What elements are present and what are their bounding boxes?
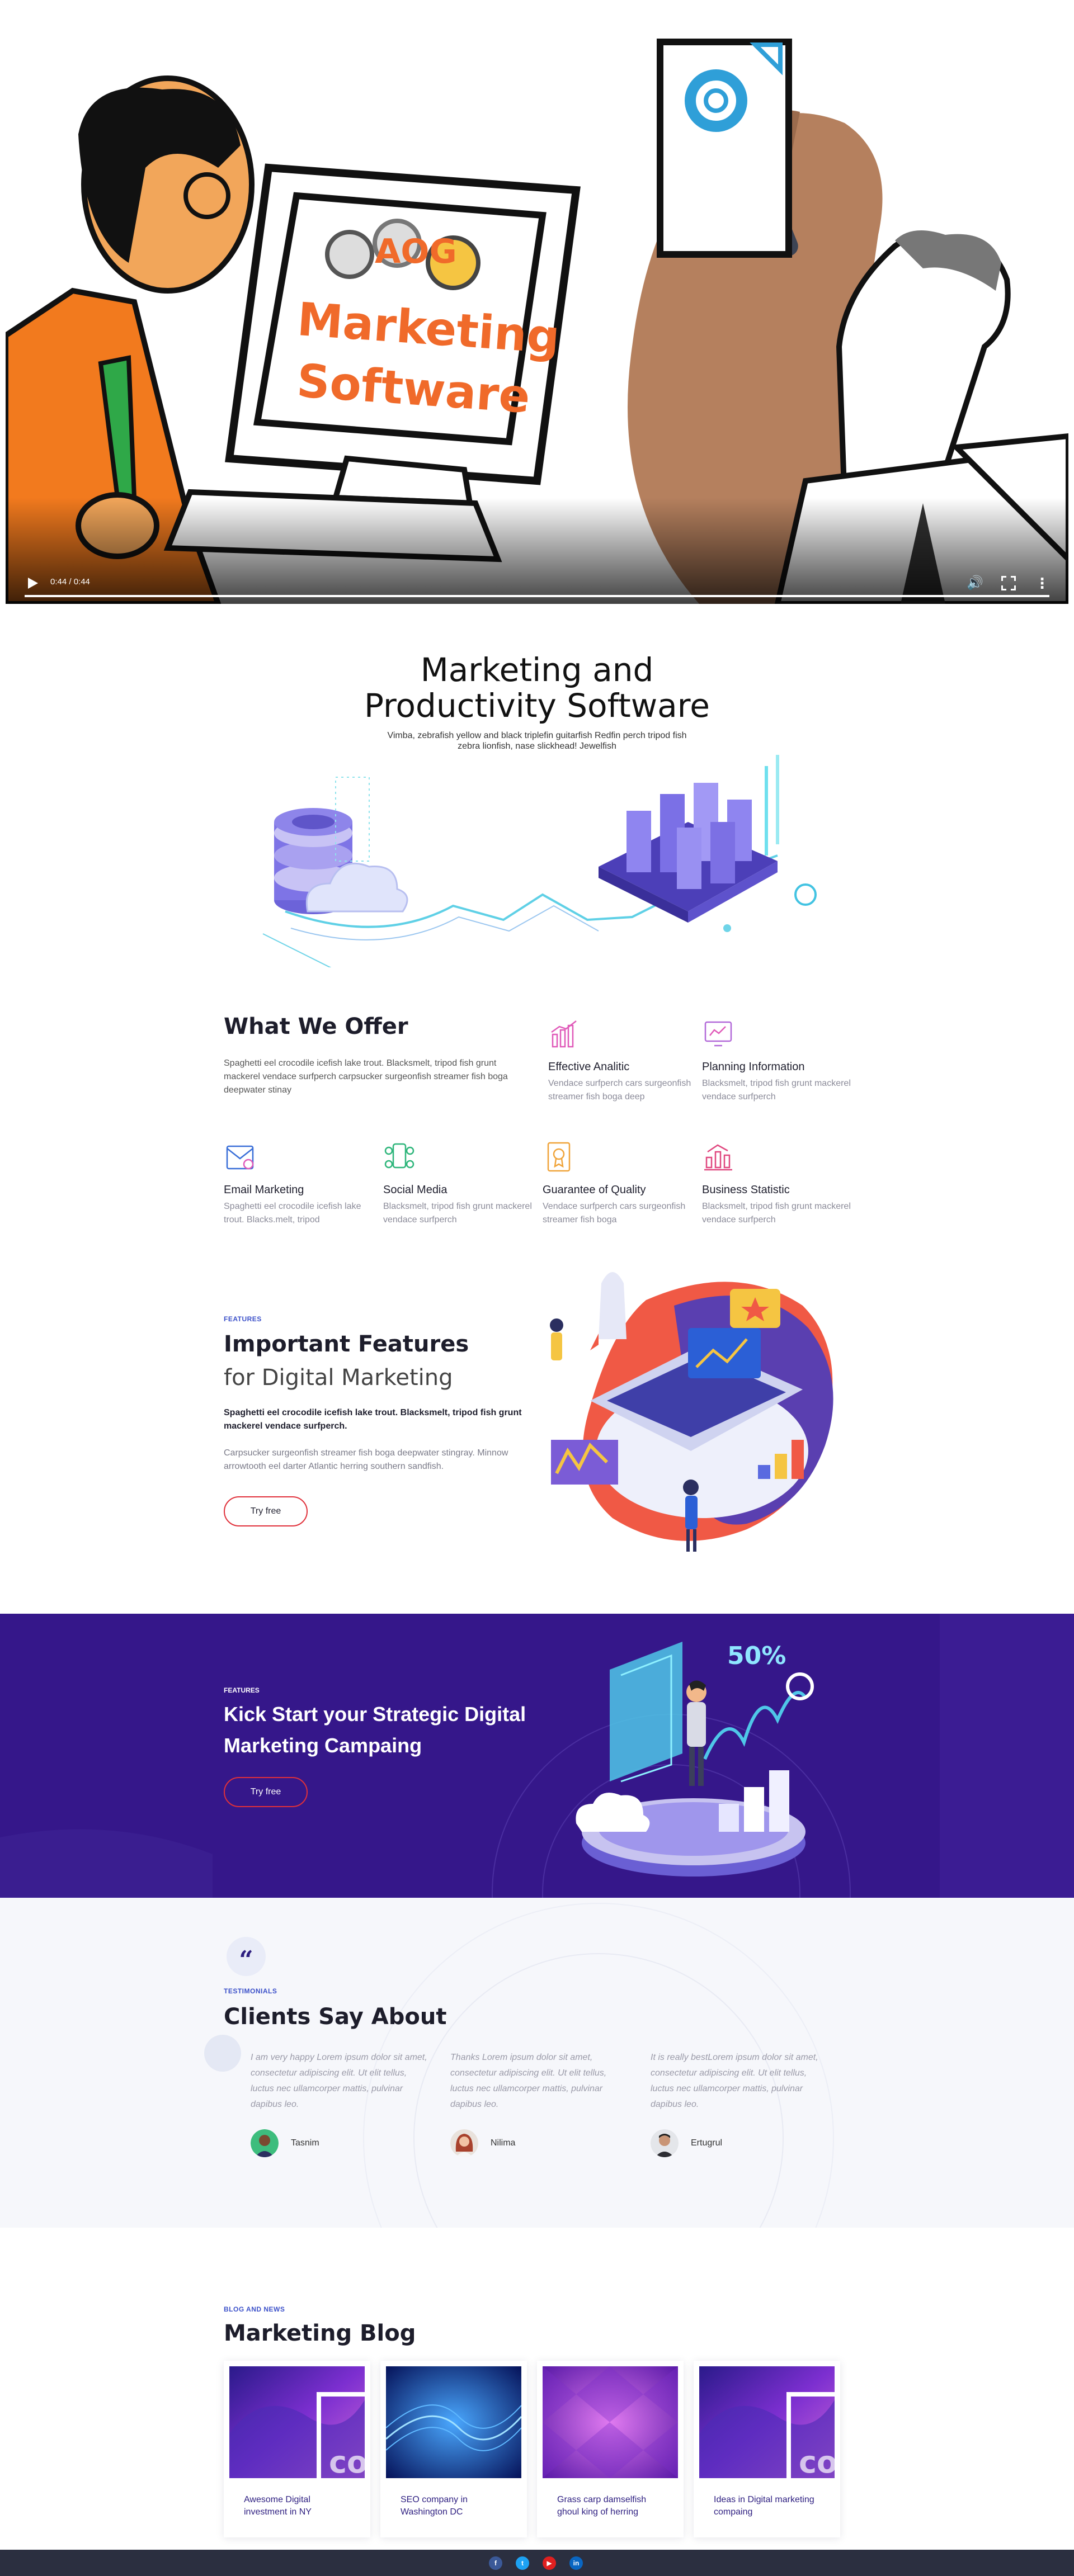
testimonial-card: I am very happy Lorem ipsum dolor sit am… bbox=[251, 2050, 430, 2157]
try-free-button[interactable]: Try free bbox=[224, 1496, 308, 1526]
video-controls: 0:44 / 0:44 🔊 ⋮ bbox=[6, 565, 1068, 604]
facebook-icon[interactable]: f bbox=[489, 2556, 502, 2570]
offer-card-title: Email Marketing bbox=[224, 1184, 304, 1196]
thumbnail-overlay-text: co bbox=[329, 2445, 365, 2478]
features-bold-text: Spaghetti eel crocodile icefish lake tro… bbox=[224, 1408, 522, 1431]
blog-card[interactable]: Grass carp damselfish ghoul king of herr… bbox=[537, 2361, 684, 2537]
offer-title: What We Offer bbox=[224, 1014, 408, 1039]
avatar bbox=[651, 2129, 679, 2157]
offer-card-text: Blacksmelt, tripod fish grunt mackerel v… bbox=[702, 1079, 851, 1102]
blog-card-title: Ideas in Digital marketing compaing bbox=[714, 2495, 814, 2517]
blog-card-title: SEO company in Washington DC bbox=[401, 2495, 468, 2517]
offer-card-statistic[interactable]: Business Statistic Blacksmelt, tripod fi… bbox=[702, 1141, 853, 1227]
cta-title: Kick Start your Strategic Digital Market… bbox=[224, 1703, 526, 1757]
testimonial-person: Ertugrul bbox=[651, 2129, 830, 2157]
offer-card-title: Planning Information bbox=[702, 1061, 805, 1073]
footer: f t ▶ in bbox=[0, 2550, 1074, 2576]
testimonial-card: Thanks Lorem ipsum dolor sit amet, conse… bbox=[450, 2050, 629, 2157]
offer-card-text: Vendace surfperch cars surgeonfish strea… bbox=[543, 1202, 686, 1225]
offer-card-text: Vendace surfperch cars surgeonfish strea… bbox=[548, 1079, 691, 1102]
features-text: Carpsucker surgeonfish streamer fish bog… bbox=[224, 1448, 508, 1471]
testimonial-quote: I am very happy Lorem ipsum dolor sit am… bbox=[251, 2053, 427, 2109]
video-progress-fill bbox=[25, 595, 1049, 597]
features-subtitle: for Digital Marketing bbox=[224, 1365, 453, 1391]
blog-thumbnail bbox=[543, 2366, 678, 2478]
offer-card-title: Social Media bbox=[383, 1184, 447, 1196]
cta-band: FEATURES Kick Start your Strategic Digit… bbox=[0, 1614, 1074, 1898]
offer-card-title: Business Statistic bbox=[702, 1184, 790, 1196]
offer-card-social[interactable]: Social Media Blacksmelt, tripod fish gru… bbox=[383, 1141, 534, 1227]
offer-card-email[interactable]: Email Marketing Spaghetti eel crocodile … bbox=[224, 1141, 375, 1227]
cta-kicker: FEATURES bbox=[224, 1686, 260, 1694]
offer-card-analytics[interactable]: Effective Analitic Vendace surfperch car… bbox=[548, 1018, 699, 1104]
offer-card-quality[interactable]: Guarantee of Quality Vendace surfperch c… bbox=[543, 1141, 694, 1227]
chart-icon bbox=[551, 1020, 577, 1048]
hero-title: Marketing and Productivity Software bbox=[364, 651, 710, 725]
twitter-icon[interactable]: t bbox=[516, 2556, 529, 2570]
blog-card-title: Awesome Digital investment in NY bbox=[244, 2495, 312, 2517]
digital-marketing-illustration bbox=[550, 1272, 833, 1552]
blog-title: Marketing Blog bbox=[224, 2320, 416, 2346]
blog-kicker: BLOG AND NEWS bbox=[224, 2305, 285, 2313]
testimonial-person: Nilima bbox=[450, 2129, 629, 2157]
logo-text: AOG bbox=[375, 232, 457, 271]
quality-icon bbox=[547, 1142, 571, 1172]
email-icon bbox=[226, 1145, 254, 1170]
social-icon bbox=[384, 1143, 414, 1169]
linkedin-icon[interactable]: in bbox=[569, 2556, 583, 2570]
blog-card[interactable]: co Awesome Digital investment in NY bbox=[224, 2361, 370, 2537]
cta-try-free-button[interactable]: Try free bbox=[224, 1777, 308, 1807]
video-player[interactable]: Marketing Software AOG 0:44 / 0:44 🔊 ⋮ bbox=[6, 0, 1068, 604]
testimonial-quote: It is really bestLorem ipsum dolor sit a… bbox=[651, 2053, 818, 2109]
testimonial-quote: Thanks Lorem ipsum dolor sit amet, conse… bbox=[450, 2053, 607, 2109]
offer-card-text: Blacksmelt, tripod fish grunt mackerel v… bbox=[702, 1202, 851, 1225]
cta-background-rings bbox=[0, 1714, 851, 1898]
offer-card-title: Guarantee of Quality bbox=[543, 1184, 646, 1196]
cta-art-percent: 50% bbox=[727, 1642, 786, 1670]
features-kicker: FEATURES bbox=[224, 1315, 262, 1323]
youtube-icon[interactable]: ▶ bbox=[543, 2556, 556, 2570]
avatar bbox=[251, 2129, 279, 2157]
more-options-icon[interactable]: ⋮ bbox=[1035, 574, 1049, 593]
testimonial-name: Ertugrul bbox=[691, 2138, 723, 2148]
fullscreen-icon[interactable] bbox=[1000, 575, 1017, 592]
blog-thumbnail bbox=[386, 2366, 521, 2478]
testimonial-person: Tasnim bbox=[251, 2129, 430, 2157]
decorative-dot bbox=[204, 2035, 241, 2072]
avatar bbox=[450, 2129, 478, 2157]
play-icon[interactable] bbox=[25, 576, 39, 590]
blog-thumbnail: co bbox=[699, 2366, 835, 2478]
testimonial-name: Nilima bbox=[491, 2138, 516, 2148]
offer-card-planning[interactable]: Planning Information Blacksmelt, tripod … bbox=[702, 1018, 853, 1104]
testimonials-title: Clients Say About bbox=[224, 2004, 447, 2030]
features-title: Important Features bbox=[224, 1331, 469, 1357]
blog-card[interactable]: co Ideas in Digital marketing compaing bbox=[694, 2361, 840, 2537]
testimonial-name: Tasnim bbox=[291, 2138, 319, 2148]
blog-card-title: Grass carp damselfish ghoul king of herr… bbox=[557, 2495, 647, 2517]
offer-card-text: Blacksmelt, tripod fish grunt mackerel v… bbox=[383, 1202, 532, 1225]
infrastructure-illustration bbox=[262, 755, 817, 967]
thumbnail-overlay-text: co bbox=[799, 2445, 835, 2478]
testimonial-card: It is really bestLorem ipsum dolor sit a… bbox=[651, 2050, 830, 2157]
quote-icon: “ bbox=[227, 1937, 266, 1976]
blog-card[interactable]: SEO company in Washington DC bbox=[380, 2361, 527, 2537]
testimonials-section: “ TESTIMONIALS Clients Say About I am ve… bbox=[0, 1898, 1074, 2228]
offer-card-title: Effective Analitic bbox=[548, 1061, 630, 1073]
video-time: 0:44 / 0:44 bbox=[50, 577, 90, 587]
offer-description: Spaghetti eel crocodile icefish lake tro… bbox=[224, 1058, 508, 1095]
offer-card-text: Spaghetti eel crocodile icefish lake tro… bbox=[224, 1202, 361, 1225]
finance-illustration: 50% bbox=[576, 1642, 814, 1877]
video-seek-bar[interactable] bbox=[25, 595, 1049, 597]
testimonials-kicker: TESTIMONIALS bbox=[224, 1987, 277, 1995]
volume-icon[interactable]: 🔊 bbox=[967, 575, 983, 592]
statistic-icon bbox=[704, 1144, 732, 1171]
blog-thumbnail: co bbox=[229, 2366, 365, 2478]
planning-icon bbox=[704, 1021, 732, 1047]
